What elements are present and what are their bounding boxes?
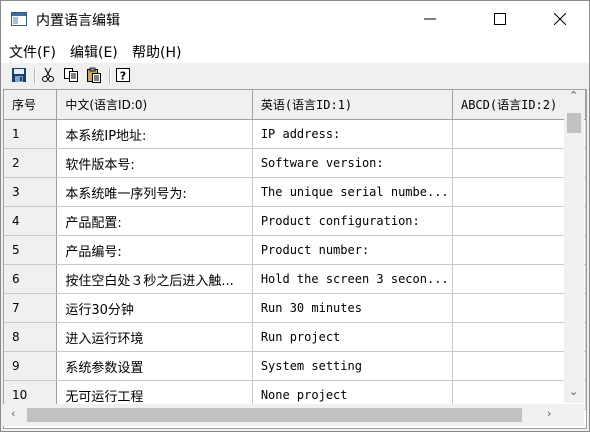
row-index-cell: 6 bbox=[4, 264, 58, 294]
menu-file[interactable]: 文件(F) bbox=[9, 42, 56, 62]
close-button[interactable] bbox=[537, 1, 583, 37]
language-editor-window: 内置语言编辑 文件(F) 编辑(E) 帮助(H) ? 序号 中文(语言ID:0)… bbox=[0, 0, 590, 432]
copy-icon[interactable] bbox=[63, 67, 81, 85]
row-index-cell: 5 bbox=[4, 235, 58, 265]
app-window-icon bbox=[11, 11, 27, 27]
column-header-english[interactable]: 英语(语言ID:1) bbox=[252, 90, 453, 120]
help-icon[interactable]: ? bbox=[115, 67, 133, 85]
toolbar-separator bbox=[34, 68, 36, 84]
chinese-text-cell[interactable]: 本系统IP地址: bbox=[56, 119, 253, 149]
english-text-cell[interactable]: The unique serial numbe... bbox=[252, 177, 453, 207]
english-text-cell[interactable]: Run 30 minutes bbox=[252, 293, 453, 323]
horizontal-scroll-thumb[interactable] bbox=[27, 408, 522, 422]
row-index-cell: 8 bbox=[4, 322, 58, 352]
row-index-cell: 2 bbox=[4, 148, 58, 178]
table-row[interactable]: 1 本系统IP地址: IP address: bbox=[4, 119, 586, 149]
row-index-cell: 7 bbox=[4, 293, 58, 323]
column-header-chinese[interactable]: 中文(语言ID:0) bbox=[56, 90, 253, 120]
chinese-text-cell[interactable]: 系统参数设置 bbox=[56, 351, 253, 381]
horizontal-scrollbar[interactable]: ‹ › bbox=[3, 404, 564, 426]
paste-icon[interactable] bbox=[86, 67, 104, 85]
chinese-text-cell[interactable]: 产品配置: bbox=[56, 206, 253, 236]
toolbar: ? bbox=[1, 63, 589, 89]
table-row[interactable]: 8 进入运行环境 Run project bbox=[4, 322, 586, 352]
row-index-cell: 1 bbox=[4, 119, 58, 149]
chinese-text-cell[interactable]: 按住空白处３秒之后进入触... bbox=[56, 264, 253, 294]
maximize-button[interactable] bbox=[477, 1, 523, 37]
minimize-icon bbox=[424, 18, 436, 20]
menu-help[interactable]: 帮助(H) bbox=[132, 42, 181, 62]
table-row[interactable]: 2 软件版本号: Software version: bbox=[4, 148, 586, 178]
row-index-cell: 9 bbox=[4, 351, 58, 381]
column-header-index[interactable]: 序号 bbox=[4, 90, 58, 120]
scroll-down-icon[interactable]: ⌄ bbox=[569, 385, 578, 398]
maximize-icon bbox=[494, 13, 506, 25]
english-text-cell[interactable]: Product configuration: bbox=[252, 206, 453, 236]
toolbar-separator bbox=[109, 68, 111, 84]
close-icon bbox=[554, 13, 566, 25]
table-row[interactable]: 3 本系统唯一序列号为: The unique serial numbe... bbox=[4, 177, 586, 207]
menu-edit[interactable]: 编辑(E) bbox=[70, 42, 118, 62]
english-text-cell[interactable]: Hold the screen 3 secon... bbox=[252, 264, 453, 294]
svg-text:?: ? bbox=[120, 70, 126, 83]
menu-bar: 文件(F) 编辑(E) 帮助(H) bbox=[1, 37, 589, 63]
scroll-right-icon[interactable]: › bbox=[547, 407, 551, 420]
table-row[interactable]: 6 按住空白处３秒之后进入触... Hold the screen 3 secon.… bbox=[4, 264, 586, 294]
chinese-text-cell[interactable]: 进入运行环境 bbox=[56, 322, 253, 352]
english-text-cell[interactable]: Run project bbox=[252, 322, 453, 352]
row-index-cell: 4 bbox=[4, 206, 58, 236]
cut-icon[interactable] bbox=[40, 67, 58, 85]
table-row[interactable]: 7 运行30分钟 Run 30 minutes bbox=[4, 293, 586, 323]
chinese-text-cell[interactable]: 产品编号: bbox=[56, 235, 253, 265]
scrollbar-corner bbox=[564, 404, 584, 426]
window-title: 内置语言编辑 bbox=[36, 13, 120, 29]
language-table: 序号 中文(语言ID:0) 英语(语言ID:1) ABCD(语言ID:2) 1本… bbox=[4, 90, 586, 410]
table-header-row: 序号 中文(语言ID:0) 英语(语言ID:1) ABCD(语言ID:2) bbox=[4, 90, 586, 120]
minimize-button[interactable] bbox=[407, 1, 453, 37]
scroll-left-icon[interactable]: ‹ bbox=[11, 407, 15, 420]
scroll-up-icon[interactable]: ⌃ bbox=[569, 89, 578, 102]
english-text-cell[interactable]: Software version: bbox=[252, 148, 453, 178]
table-row[interactable]: 5 产品编号: Product number: bbox=[4, 235, 586, 265]
chinese-text-cell[interactable]: 软件版本号: bbox=[56, 148, 253, 178]
row-index-cell: 3 bbox=[4, 177, 58, 207]
vertical-scrollbar[interactable]: ⌃ ⌄ bbox=[564, 89, 584, 403]
chinese-text-cell[interactable]: 运行30分钟 bbox=[56, 293, 253, 323]
english-text-cell[interactable]: Product number: bbox=[252, 235, 453, 265]
english-text-cell[interactable]: System setting bbox=[252, 351, 453, 381]
english-text-cell[interactable]: IP address: bbox=[252, 119, 453, 149]
table-row[interactable]: 4 产品配置: Product configuration: bbox=[4, 206, 586, 236]
language-grid[interactable]: 序号 中文(语言ID:0) 英语(语言ID:1) ABCD(语言ID:2) 1本… bbox=[3, 89, 587, 429]
vertical-scroll-thumb[interactable] bbox=[567, 113, 581, 133]
chinese-text-cell[interactable]: 本系统唯一序列号为: bbox=[56, 177, 253, 207]
table-row[interactable]: 9 系统参数设置 System setting bbox=[4, 351, 586, 381]
title-bar[interactable]: 内置语言编辑 bbox=[1, 1, 589, 37]
save-icon[interactable] bbox=[11, 67, 29, 85]
